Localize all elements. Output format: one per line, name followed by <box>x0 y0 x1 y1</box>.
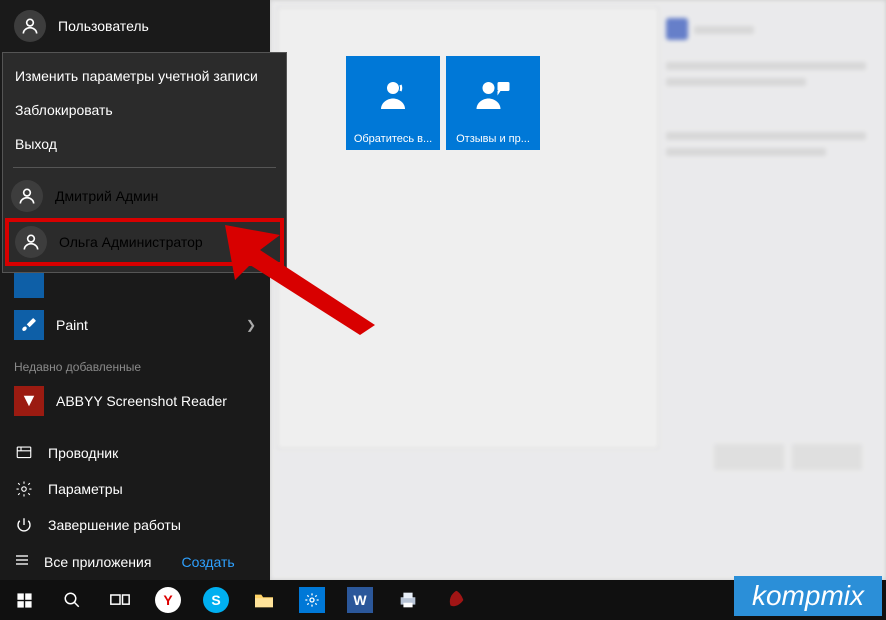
explorer-icon <box>14 444 34 462</box>
skype-icon: S <box>203 587 229 613</box>
yandex-icon: Y <box>155 587 181 613</box>
search-button[interactable] <box>48 580 96 620</box>
all-apps-row: Все приложения Создать <box>0 543 270 580</box>
switch-user-dmitry[interactable]: Дмитрий Админ <box>3 174 286 218</box>
all-apps-item[interactable]: Все приложения <box>14 552 151 571</box>
printer-icon <box>397 589 419 611</box>
app-abbyy[interactable]: ABBYY Screenshot Reader <box>0 380 270 422</box>
start-tiles: Обратитесь в... Отзывы и пр... <box>346 56 540 150</box>
switch-user-name: Дмитрий Админ <box>55 188 158 204</box>
tile-feedback[interactable]: Отзывы и пр... <box>446 56 540 150</box>
settings-taskbar[interactable] <box>288 580 336 620</box>
gear-icon <box>14 480 34 498</box>
power-item[interactable]: Завершение работы <box>0 507 270 543</box>
app-taskbar-2[interactable] <box>432 580 480 620</box>
submenu-separator <box>13 167 276 168</box>
app-taskbar-1[interactable] <box>384 580 432 620</box>
switch-user-olga[interactable]: Ольга Администратор <box>7 220 282 264</box>
change-account-settings[interactable]: Изменить параметры учетной записи <box>3 59 286 93</box>
explorer-taskbar[interactable] <box>240 580 288 620</box>
feedback-icon <box>475 76 511 115</box>
word-taskbar[interactable]: W <box>336 580 384 620</box>
folder-icon <box>253 591 275 609</box>
user-avatar-icon <box>14 10 46 42</box>
settings-label: Параметры <box>48 481 123 497</box>
signout-item[interactable]: Выход <box>3 127 286 161</box>
support-icon <box>375 76 411 115</box>
app-paint[interactable]: Paint ❯ <box>0 304 270 346</box>
recently-added-label: Недавно добавленные <box>0 346 270 380</box>
leaf-icon <box>445 589 467 611</box>
lock-item[interactable]: Заблокировать <box>3 93 286 127</box>
app-abbyy-label: ABBYY Screenshot Reader <box>56 393 227 409</box>
start-button[interactable] <box>0 580 48 620</box>
explorer-label: Проводник <box>48 445 118 461</box>
word-icon: W <box>347 587 373 613</box>
settings-tile-icon <box>299 587 325 613</box>
skype-taskbar[interactable]: S <box>192 580 240 620</box>
paint-icon <box>14 310 44 340</box>
switch-user-name: Ольга Администратор <box>59 234 203 250</box>
current-user-row[interactable]: Пользователь <box>0 0 270 52</box>
all-apps-label: Все приложения <box>44 554 151 570</box>
power-icon <box>14 516 34 534</box>
user-avatar-icon <box>15 226 47 258</box>
current-user-name: Пользователь <box>58 18 149 34</box>
task-view-button[interactable] <box>96 580 144 620</box>
tile-label: Отзывы и пр... <box>456 133 530 145</box>
settings-item[interactable]: Параметры <box>0 471 270 507</box>
app-paint-label: Paint <box>56 317 88 333</box>
all-apps-icon <box>14 552 30 571</box>
user-avatar-icon <box>11 180 43 212</box>
abbyy-icon <box>14 386 44 416</box>
explorer-item[interactable]: Проводник <box>0 435 270 471</box>
start-menu-bottom: Проводник Параметры Завершение работы Вс… <box>0 435 270 580</box>
create-link[interactable]: Создать <box>181 554 234 570</box>
power-label: Завершение работы <box>48 517 181 533</box>
watermark: kompmix <box>734 576 882 616</box>
user-submenu: Изменить параметры учетной записи Заблок… <box>2 52 287 273</box>
tile-support[interactable]: Обратитесь в... <box>346 56 440 150</box>
chevron-right-icon: ❯ <box>246 318 256 332</box>
yandex-browser-taskbar[interactable]: Y <box>144 580 192 620</box>
tile-label: Обратитесь в... <box>354 133 432 145</box>
